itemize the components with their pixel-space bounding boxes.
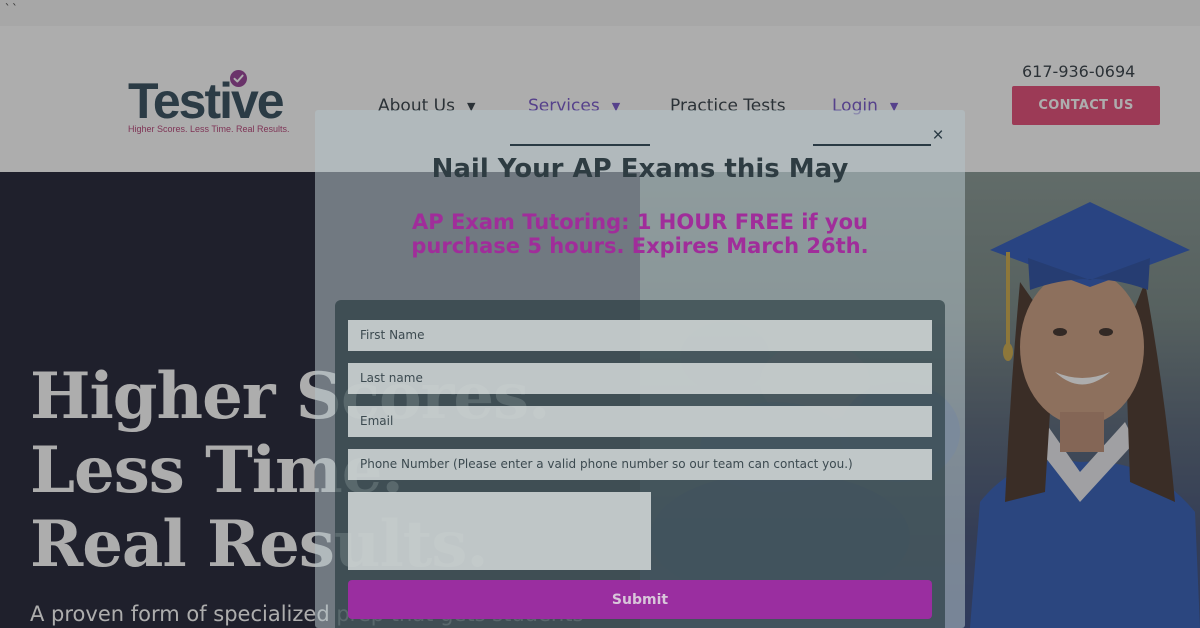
promo-line: AP Exam Tutoring: 1 HOUR FREE if you bbox=[411, 210, 868, 234]
close-icon[interactable]: × bbox=[930, 126, 946, 145]
modal-divider-right bbox=[813, 144, 931, 146]
first-name-field[interactable]: First Name bbox=[348, 320, 932, 351]
promo-text: AP Exam Tutoring: 1 HOUR FREE if you pur… bbox=[365, 210, 915, 258]
modal-divider-left bbox=[510, 144, 650, 146]
last-name-field[interactable]: Last name bbox=[348, 363, 932, 394]
phone-field[interactable]: Phone Number (Please enter a valid phone… bbox=[348, 449, 932, 480]
promo-modal: × Nail Your AP Exams this May AP Exam Tu… bbox=[315, 110, 965, 628]
message-textarea[interactable] bbox=[348, 492, 651, 570]
modal-title: Nail Your AP Exams this May bbox=[431, 154, 849, 184]
signup-form: First Name Last name Email Phone Number … bbox=[335, 300, 945, 628]
submit-button[interactable]: Submit bbox=[348, 580, 932, 619]
promo-line: purchase 5 hours. Expires March 26th. bbox=[411, 234, 869, 258]
email-field[interactable]: Email bbox=[348, 406, 932, 437]
